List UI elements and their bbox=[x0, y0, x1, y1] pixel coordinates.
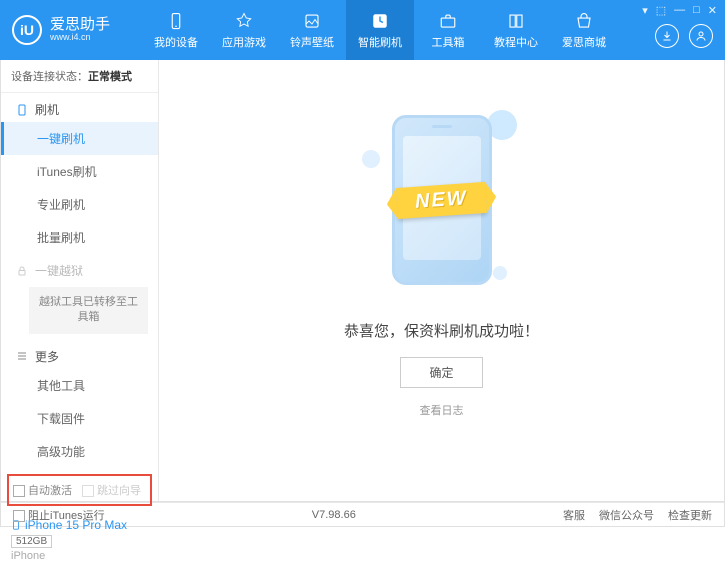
nav-toolbox[interactable]: 工具箱 bbox=[414, 0, 482, 60]
footer-link-support[interactable]: 客服 bbox=[563, 507, 585, 523]
footer-link-update[interactable]: 检查更新 bbox=[668, 507, 712, 523]
nav-my-device[interactable]: 我的设备 bbox=[142, 0, 210, 60]
user-button[interactable] bbox=[689, 24, 713, 48]
app-header: iU 爱思助手 www.i4.cn 我的设备 应用游戏 铃声壁纸 智能刷机 工具… bbox=[0, 0, 725, 60]
block-itunes-checkbox[interactable]: 阻止iTunes运行 bbox=[13, 507, 105, 523]
main-content: NEW 恭喜您，保资料刷机成功啦！ 确定 查看日志 bbox=[159, 60, 724, 501]
apps-icon bbox=[234, 11, 254, 31]
ok-button[interactable]: 确定 bbox=[400, 357, 482, 388]
lock-icon bbox=[15, 264, 29, 278]
device-storage: 512GB bbox=[11, 535, 52, 548]
jailbreak-note[interactable]: 越狱工具已转移至工具箱 bbox=[29, 287, 148, 334]
window-controls: ▾ ⬚ — □ ✕ bbox=[642, 4, 717, 17]
sidebar-item-download-firmware[interactable]: 下载固件 bbox=[1, 402, 158, 435]
logo-icon: iU bbox=[12, 15, 42, 45]
menu-icon[interactable]: ▾ bbox=[642, 4, 648, 17]
device-icon bbox=[166, 11, 186, 31]
toolbox-icon bbox=[438, 11, 458, 31]
skip-guide-checkbox: 跳过向导 bbox=[82, 482, 141, 498]
nav-store[interactable]: 爱思商城 bbox=[550, 0, 618, 60]
auto-activate-checkbox[interactable]: 自动激活 bbox=[13, 482, 72, 498]
app-site: www.i4.cn bbox=[50, 33, 110, 43]
nav-ringtone[interactable]: 铃声壁纸 bbox=[278, 0, 346, 60]
top-nav: 我的设备 应用游戏 铃声壁纸 智能刷机 工具箱 教程中心 爱思商城 bbox=[142, 0, 618, 60]
wallpaper-icon bbox=[302, 11, 322, 31]
sidebar-item-itunes-flash[interactable]: iTunes刷机 bbox=[1, 155, 158, 188]
app-name: 爱思助手 bbox=[50, 17, 110, 34]
section-jailbreak: 一键越狱 bbox=[1, 254, 158, 283]
logo-area: iU 爱思助手 www.i4.cn bbox=[12, 15, 142, 45]
sidebar: 设备连接状态：正常模式 刷机 一键刷机 iTunes刷机 专业刷机 批量刷机 一… bbox=[1, 60, 159, 501]
skin-icon[interactable]: ⬚ bbox=[656, 4, 666, 17]
success-illustration: NEW bbox=[367, 100, 517, 300]
sidebar-item-advanced[interactable]: 高级功能 bbox=[1, 435, 158, 468]
sidebar-item-pro-flash[interactable]: 专业刷机 bbox=[1, 188, 158, 221]
minimize-icon[interactable]: — bbox=[674, 4, 685, 17]
success-message: 恭喜您，保资料刷机成功啦！ bbox=[344, 320, 539, 341]
footer-link-wechat[interactable]: 微信公众号 bbox=[599, 507, 654, 523]
nav-flash[interactable]: 智能刷机 bbox=[346, 0, 414, 60]
sidebar-item-batch-flash[interactable]: 批量刷机 bbox=[1, 221, 158, 254]
sidebar-item-oneclick-flash[interactable]: 一键刷机 bbox=[1, 122, 158, 155]
sidebar-item-other-tools[interactable]: 其他工具 bbox=[1, 369, 158, 402]
nav-apps[interactable]: 应用游戏 bbox=[210, 0, 278, 60]
book-icon bbox=[506, 11, 526, 31]
download-button[interactable] bbox=[655, 24, 679, 48]
store-icon bbox=[574, 11, 594, 31]
more-icon bbox=[15, 349, 29, 363]
flash-section-icon bbox=[15, 103, 29, 117]
nav-tutorials[interactable]: 教程中心 bbox=[482, 0, 550, 60]
device-type: iPhone bbox=[11, 550, 148, 562]
section-flash[interactable]: 刷机 bbox=[1, 93, 158, 122]
section-more[interactable]: 更多 bbox=[1, 340, 158, 369]
view-log-link[interactable]: 查看日志 bbox=[420, 402, 464, 418]
new-banner: NEW bbox=[396, 181, 487, 218]
device-status: 设备连接状态：正常模式 bbox=[1, 60, 158, 93]
options-highlight-box: 自动激活 跳过向导 bbox=[7, 474, 152, 506]
maximize-icon[interactable]: □ bbox=[693, 4, 700, 17]
flash-icon bbox=[370, 11, 390, 31]
version-label: V7.98.66 bbox=[312, 509, 356, 521]
close-icon[interactable]: ✕ bbox=[708, 4, 717, 17]
